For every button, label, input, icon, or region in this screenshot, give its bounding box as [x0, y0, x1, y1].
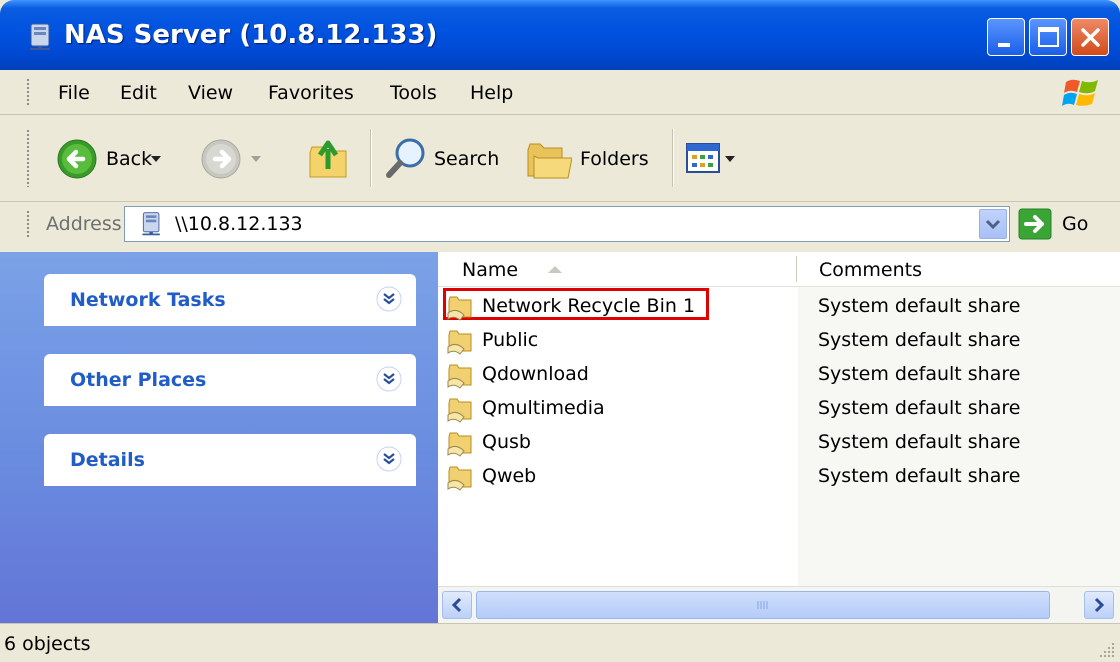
shared-folder-icon — [447, 398, 472, 423]
menu-tools[interactable]: Tools — [390, 82, 437, 104]
list-item[interactable]: Qdownload System default share — [438, 358, 1120, 392]
shared-folder-icon — [447, 364, 472, 389]
views-icon[interactable] — [686, 143, 720, 173]
back-icon[interactable] — [56, 138, 98, 180]
toolbar-grip[interactable] — [26, 129, 30, 187]
column-comments-header[interactable]: Comments — [819, 259, 922, 281]
scroll-right-button[interactable] — [1084, 591, 1114, 619]
status-bar: 6 objects — [0, 623, 1120, 662]
toolbar-separator — [672, 129, 674, 187]
expand-chevron-icon[interactable] — [376, 446, 402, 472]
item-comment: System default share — [818, 397, 1021, 419]
item-name: Qusb — [482, 431, 531, 453]
views-dropdown-icon[interactable] — [724, 154, 736, 164]
panel-title[interactable]: Details — [70, 449, 145, 471]
window-title: NAS Server (10.8.12.133) — [64, 20, 438, 50]
scroll-thumb[interactable] — [476, 591, 1050, 619]
item-name: Qmultimedia — [482, 397, 605, 419]
item-comment: System default share — [818, 363, 1021, 385]
menu-edit[interactable]: Edit — [120, 82, 157, 104]
list-item[interactable]: Qusb System default share — [438, 426, 1120, 460]
grip-icon — [757, 601, 768, 609]
forward-icon[interactable] — [200, 138, 242, 180]
menu-view[interactable]: View — [188, 82, 233, 104]
address-dropdown-button[interactable] — [979, 209, 1007, 239]
menu-bar: File Edit View Favorites Tools Help — [0, 70, 1120, 115]
maximize-icon — [1038, 27, 1059, 47]
address-input[interactable]: \\10.8.12.133 — [124, 206, 1010, 242]
sort-ascending-icon — [548, 266, 562, 273]
item-comment: System default share — [818, 465, 1021, 487]
file-list: Name Comments Network Recycle Bin 1 Syst… — [438, 252, 1120, 586]
column-header: Name Comments — [438, 252, 1120, 287]
item-name: Public — [482, 329, 539, 351]
item-name: Network Recycle Bin 1 — [482, 295, 696, 317]
list-item[interactable]: Network Recycle Bin 1 System default sha… — [438, 288, 1120, 324]
shared-folder-icon — [447, 330, 472, 355]
task-pane: Network Tasks Other Places Details — [0, 252, 438, 623]
folders-button-label[interactable]: Folders — [580, 148, 649, 170]
up-folder-icon[interactable] — [306, 135, 354, 181]
item-name: Qdownload — [482, 363, 589, 385]
close-icon — [1081, 28, 1100, 47]
list-item[interactable]: Qweb System default share — [438, 460, 1120, 494]
menu-help[interactable]: Help — [470, 82, 513, 104]
chevron-down-icon — [985, 219, 1001, 230]
panel-title[interactable]: Network Tasks — [70, 289, 226, 311]
standard-toolbar: Back Search Folders — [0, 115, 1120, 202]
search-icon[interactable] — [384, 135, 430, 181]
shared-folder-icon — [447, 296, 472, 321]
column-divider[interactable] — [796, 256, 797, 282]
chevron-right-icon — [1094, 597, 1105, 613]
shared-folder-icon — [447, 466, 472, 491]
panel-details[interactable]: Details — [44, 434, 416, 486]
status-text: 6 objects — [4, 633, 91, 655]
panel-other-places[interactable]: Other Places — [44, 354, 416, 406]
go-button-label[interactable]: Go — [1062, 213, 1088, 235]
panel-title[interactable]: Other Places — [70, 369, 206, 391]
menu-file[interactable]: File — [58, 82, 90, 104]
minimize-button[interactable] — [987, 18, 1025, 56]
close-button[interactable] — [1071, 18, 1109, 56]
toolbar-separator — [370, 129, 372, 187]
search-button-label[interactable]: Search — [434, 148, 499, 170]
explorer-window: NAS Server (10.8.12.133) File Edit View … — [0, 0, 1120, 662]
menu-grip[interactable] — [26, 78, 30, 106]
item-name: Qweb — [482, 465, 537, 487]
item-comment: System default share — [818, 329, 1021, 351]
go-arrow-icon[interactable] — [1018, 208, 1052, 240]
panel-network-tasks[interactable]: Network Tasks — [44, 274, 416, 326]
item-comment: System default share — [818, 295, 1021, 317]
item-comment: System default share — [818, 431, 1021, 453]
folders-icon[interactable] — [526, 136, 572, 180]
list-item[interactable]: Qmultimedia System default share — [438, 392, 1120, 426]
network-server-icon — [30, 23, 50, 50]
back-button-label[interactable]: Back — [106, 148, 152, 170]
address-value: \\10.8.12.133 — [175, 213, 303, 235]
maximize-button[interactable] — [1029, 18, 1067, 56]
scroll-left-button[interactable] — [442, 591, 472, 619]
resize-grip-icon[interactable] — [1098, 641, 1116, 659]
address-label: Address — [46, 213, 122, 235]
back-dropdown-icon[interactable] — [150, 154, 162, 164]
menu-favorites[interactable]: Favorites — [268, 82, 354, 104]
forward-dropdown-icon[interactable] — [250, 154, 262, 164]
windows-logo-icon — [1062, 79, 1098, 106]
horizontal-scrollbar[interactable] — [438, 586, 1120, 624]
expand-chevron-icon[interactable] — [376, 286, 402, 312]
address-grip[interactable] — [26, 210, 30, 238]
title-bar[interactable]: NAS Server (10.8.12.133) — [0, 0, 1120, 70]
column-name-header[interactable]: Name — [462, 259, 518, 281]
minimize-icon — [998, 43, 1010, 47]
shared-folder-icon — [447, 432, 472, 457]
network-server-icon — [142, 212, 160, 236]
list-item[interactable]: Public System default share — [438, 324, 1120, 358]
chevron-left-icon — [451, 597, 462, 613]
expand-chevron-icon[interactable] — [376, 366, 402, 392]
